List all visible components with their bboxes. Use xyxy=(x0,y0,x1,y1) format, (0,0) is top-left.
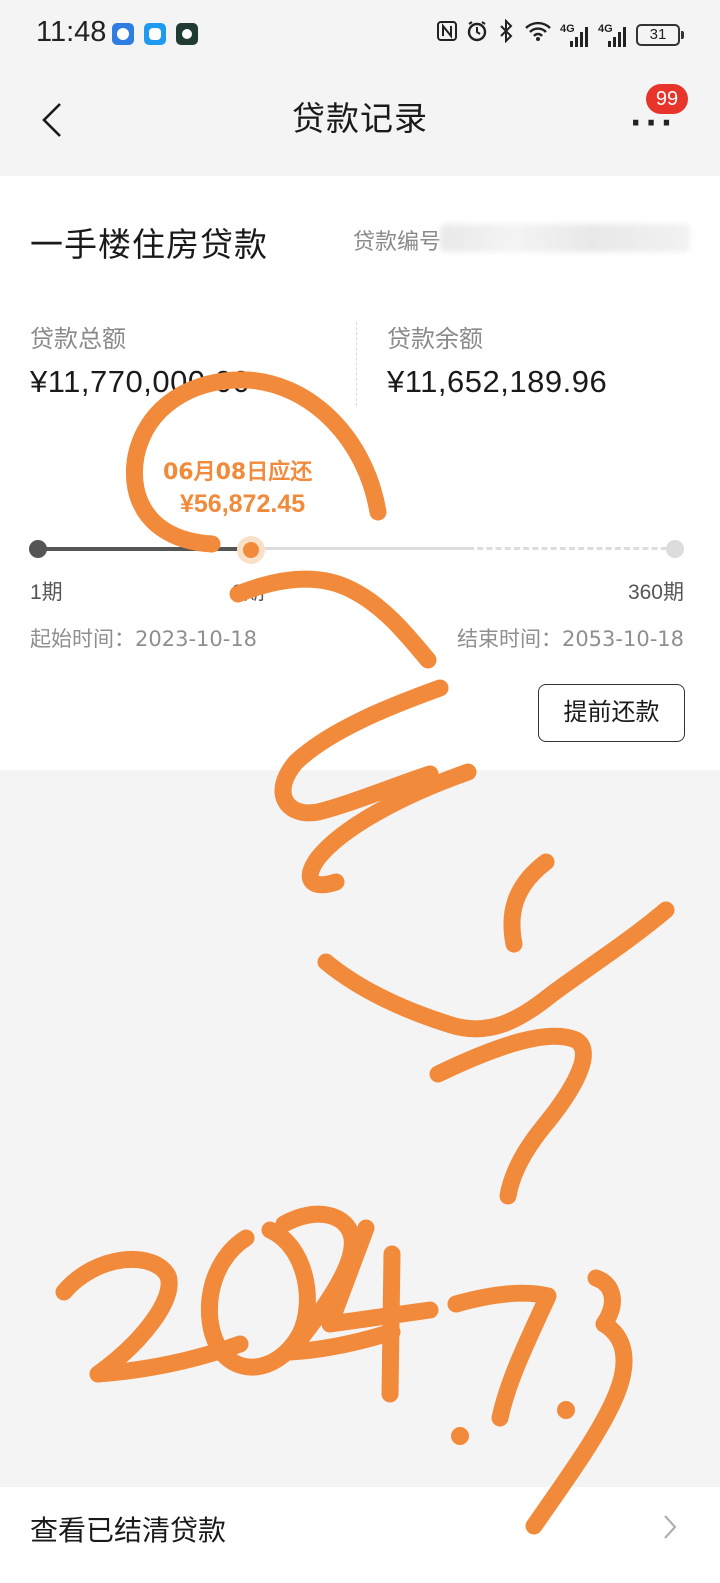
next-due-label: 06月08日应还 xyxy=(163,460,313,485)
market-app-icon xyxy=(176,23,198,45)
start-date: 起始时间：2023-10-18 xyxy=(30,627,258,651)
scribble-stroke-3 xyxy=(301,763,477,894)
scribble-stroke-10 xyxy=(321,1219,439,1403)
scribble-stroke-8 xyxy=(200,1221,316,1376)
total-amount-value: ¥11,770,000.00 xyxy=(30,364,251,399)
chevron-right-icon xyxy=(664,1515,677,1539)
status-icons: 4G 4G 31 xyxy=(436,18,684,51)
scribble-stroke-9 xyxy=(275,1205,401,1361)
loan-type-title: 一手楼住房贷款 xyxy=(30,225,268,264)
scribble-stroke-11 xyxy=(447,1284,557,1427)
signal-icon-1: 4G xyxy=(560,23,590,47)
next-due-amount: ¥56,872.45 xyxy=(180,490,306,518)
scribble-stroke-5 xyxy=(317,901,675,1038)
status-bar: 11:48 4G 4G 31 xyxy=(0,0,720,72)
period-end-label: 360期 xyxy=(627,581,684,604)
page-title: 贷款记录 xyxy=(292,99,428,138)
period-start-label: 1期 xyxy=(30,581,63,604)
status-time: 11:48 xyxy=(36,16,107,48)
network-type-1: 4G xyxy=(560,23,575,35)
progress-node-end xyxy=(666,540,684,558)
watermark: 知乎用户 xyxy=(606,1561,678,1582)
period-current-label: 8期 xyxy=(232,581,265,604)
loan-card: 一手楼住房贷款 贷款编号 贷款总额 ¥11,770,000.00 贷款余额 ¥1… xyxy=(0,176,720,770)
progress-track-completed xyxy=(38,547,250,551)
nav-bar: 贷款记录 ··· 99 xyxy=(0,72,720,172)
wifi-icon xyxy=(524,20,552,50)
progress-node-start xyxy=(29,540,47,558)
prepay-button[interactable]: 提前还款 xyxy=(538,684,685,742)
notification-badge: 99 xyxy=(646,84,688,114)
end-date: 结束时间：2053-10-18 xyxy=(456,627,684,651)
progress-track-future xyxy=(468,547,676,550)
scribble-stroke-7 xyxy=(55,1250,249,1383)
balance-label: 贷款余额 xyxy=(387,325,483,353)
scribble-stroke-6 xyxy=(429,1027,592,1205)
nfc-icon xyxy=(436,20,458,50)
amount-divider xyxy=(356,322,357,406)
scribble-stroke-4 xyxy=(503,853,555,953)
signal-icon-2: 4G xyxy=(598,23,628,47)
network-type-2: 4G xyxy=(598,23,613,35)
view-settled-loans-label: 查看已结清贷款 xyxy=(30,1514,227,1547)
battery-indicator: 31 xyxy=(636,24,684,46)
message-app-icon xyxy=(144,23,166,45)
loan-number-redacted xyxy=(440,224,690,252)
balance-value: ¥11,652,189.96 xyxy=(387,364,608,399)
progress-track-remaining xyxy=(250,547,468,550)
bluetooth-icon xyxy=(496,18,516,51)
app-notification-icon xyxy=(112,23,134,45)
alarm-icon xyxy=(466,20,488,50)
loan-number-label: 贷款编号 xyxy=(353,230,442,255)
total-amount-label: 贷款总额 xyxy=(30,325,126,353)
more-menu-button[interactable]: ··· 99 xyxy=(618,84,688,146)
scribble-dot-1 xyxy=(451,1427,469,1445)
more-dots-icon: ··· xyxy=(630,106,677,141)
scribble-dot-2 xyxy=(557,1401,575,1419)
progress-node-current xyxy=(237,536,265,564)
